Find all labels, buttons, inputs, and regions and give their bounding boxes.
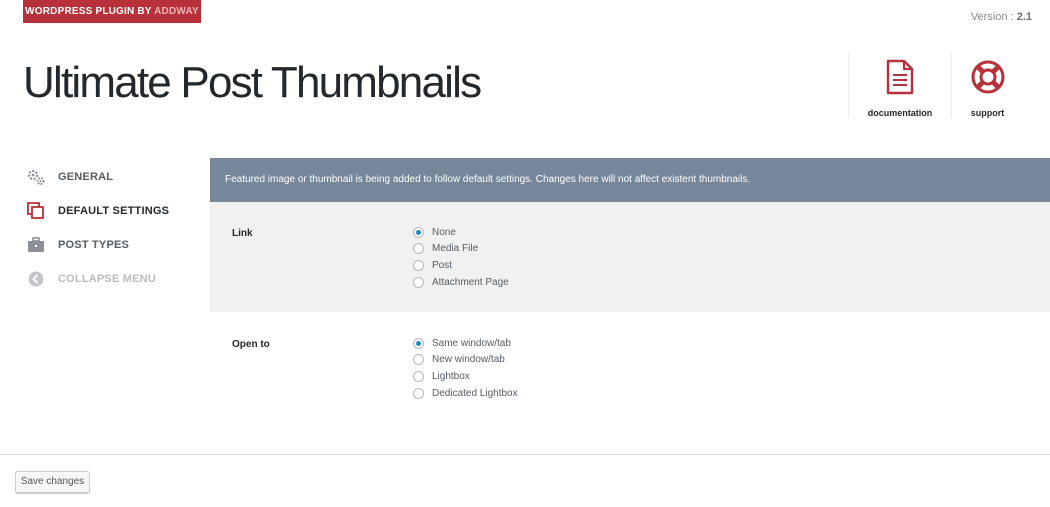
documentation-link[interactable]: documentation: [848, 52, 951, 118]
option-label: Lightbox: [432, 370, 470, 382]
gears-icon: [26, 167, 46, 187]
version-info: Version : 2.1: [971, 11, 1032, 23]
radio-button[interactable]: [413, 226, 424, 238]
plugin-badge: WORDPRESS PLUGIN BY ADDWAY: [23, 0, 201, 23]
sidebar-item-label: POST TYPES: [58, 239, 130, 251]
sidebar-item-default-settings[interactable]: DEFAULT SETTINGS: [26, 194, 206, 228]
option-label: New window/tab: [432, 354, 505, 366]
support-link[interactable]: support: [951, 52, 1023, 118]
sidebar-item-general[interactable]: GENERAL: [26, 160, 206, 194]
support-label: support: [970, 108, 1005, 118]
settings-notice: Featured image or thumbnail is being add…: [210, 158, 1050, 202]
radio-option[interactable]: None: [413, 224, 509, 241]
radio-option[interactable]: New window/tab: [413, 352, 518, 369]
link-setting-label: Link: [232, 228, 253, 239]
collapse-arrow-icon: [26, 269, 46, 289]
radio-option[interactable]: Post: [413, 257, 509, 274]
open-to-setting-label: Open to: [232, 339, 270, 350]
radio-option[interactable]: Same window/tab: [413, 335, 518, 352]
badge-brand: ADDWAY: [154, 6, 199, 17]
open-to-options: Same window/tab New window/tab Lightbox …: [413, 335, 518, 401]
save-changes-button[interactable]: Save changes: [15, 471, 90, 493]
radio-button[interactable]: [413, 370, 424, 382]
sidebar-item-label: GENERAL: [58, 171, 114, 183]
footer-divider: [0, 454, 1050, 455]
lifebuoy-icon: [970, 59, 1006, 100]
sidebar-item-post-types[interactable]: POST TYPES: [26, 228, 206, 262]
option-label: Media File: [432, 243, 479, 255]
document-icon: [885, 59, 915, 100]
option-label: Post: [432, 259, 453, 271]
option-label: Attachment Page: [432, 276, 509, 288]
radio-button[interactable]: [413, 243, 424, 255]
radio-option[interactable]: Lightbox: [413, 368, 518, 385]
radio-option[interactable]: Dedicated Lightbox: [413, 385, 518, 402]
option-label: Dedicated Lightbox: [432, 387, 518, 399]
documentation-label: documentation: [867, 108, 933, 118]
sidebar-item-label: COLLAPSE MENU: [58, 273, 156, 285]
open-to-setting-row: Open to Same window/tab New window/tab L…: [210, 313, 1050, 423]
radio-button[interactable]: [413, 387, 424, 399]
header-links: documentation support: [848, 52, 1023, 118]
option-label: Same window/tab: [432, 337, 511, 349]
radio-button[interactable]: [413, 259, 424, 271]
radio-option[interactable]: Media File: [413, 241, 509, 258]
sidebar-item-label: DEFAULT SETTINGS: [58, 205, 170, 217]
briefcase-icon: [26, 235, 46, 255]
sidebar-item-collapse-menu[interactable]: COLLAPSE MENU: [26, 262, 206, 296]
radio-option[interactable]: Attachment Page: [413, 274, 509, 291]
page-title: Ultimate Post Thumbnails: [23, 58, 482, 107]
radio-button[interactable]: [413, 354, 424, 366]
link-options: None Media File Post Attachment Page: [413, 224, 509, 290]
version-number: 2.1: [1016, 11, 1032, 23]
sidebar-nav: GENERAL DEFAULT SETTINGS POST TYPES COLL…: [26, 160, 206, 296]
copy-icon: [26, 201, 46, 221]
badge-prefix: WORDPRESS PLUGIN BY: [25, 6, 152, 17]
option-label: None: [432, 226, 456, 238]
link-setting-row: Link None Media File Post Attachment Pag…: [210, 202, 1050, 312]
radio-button[interactable]: [413, 337, 424, 349]
radio-button[interactable]: [413, 276, 424, 288]
version-label: Version :: [970, 11, 1014, 23]
